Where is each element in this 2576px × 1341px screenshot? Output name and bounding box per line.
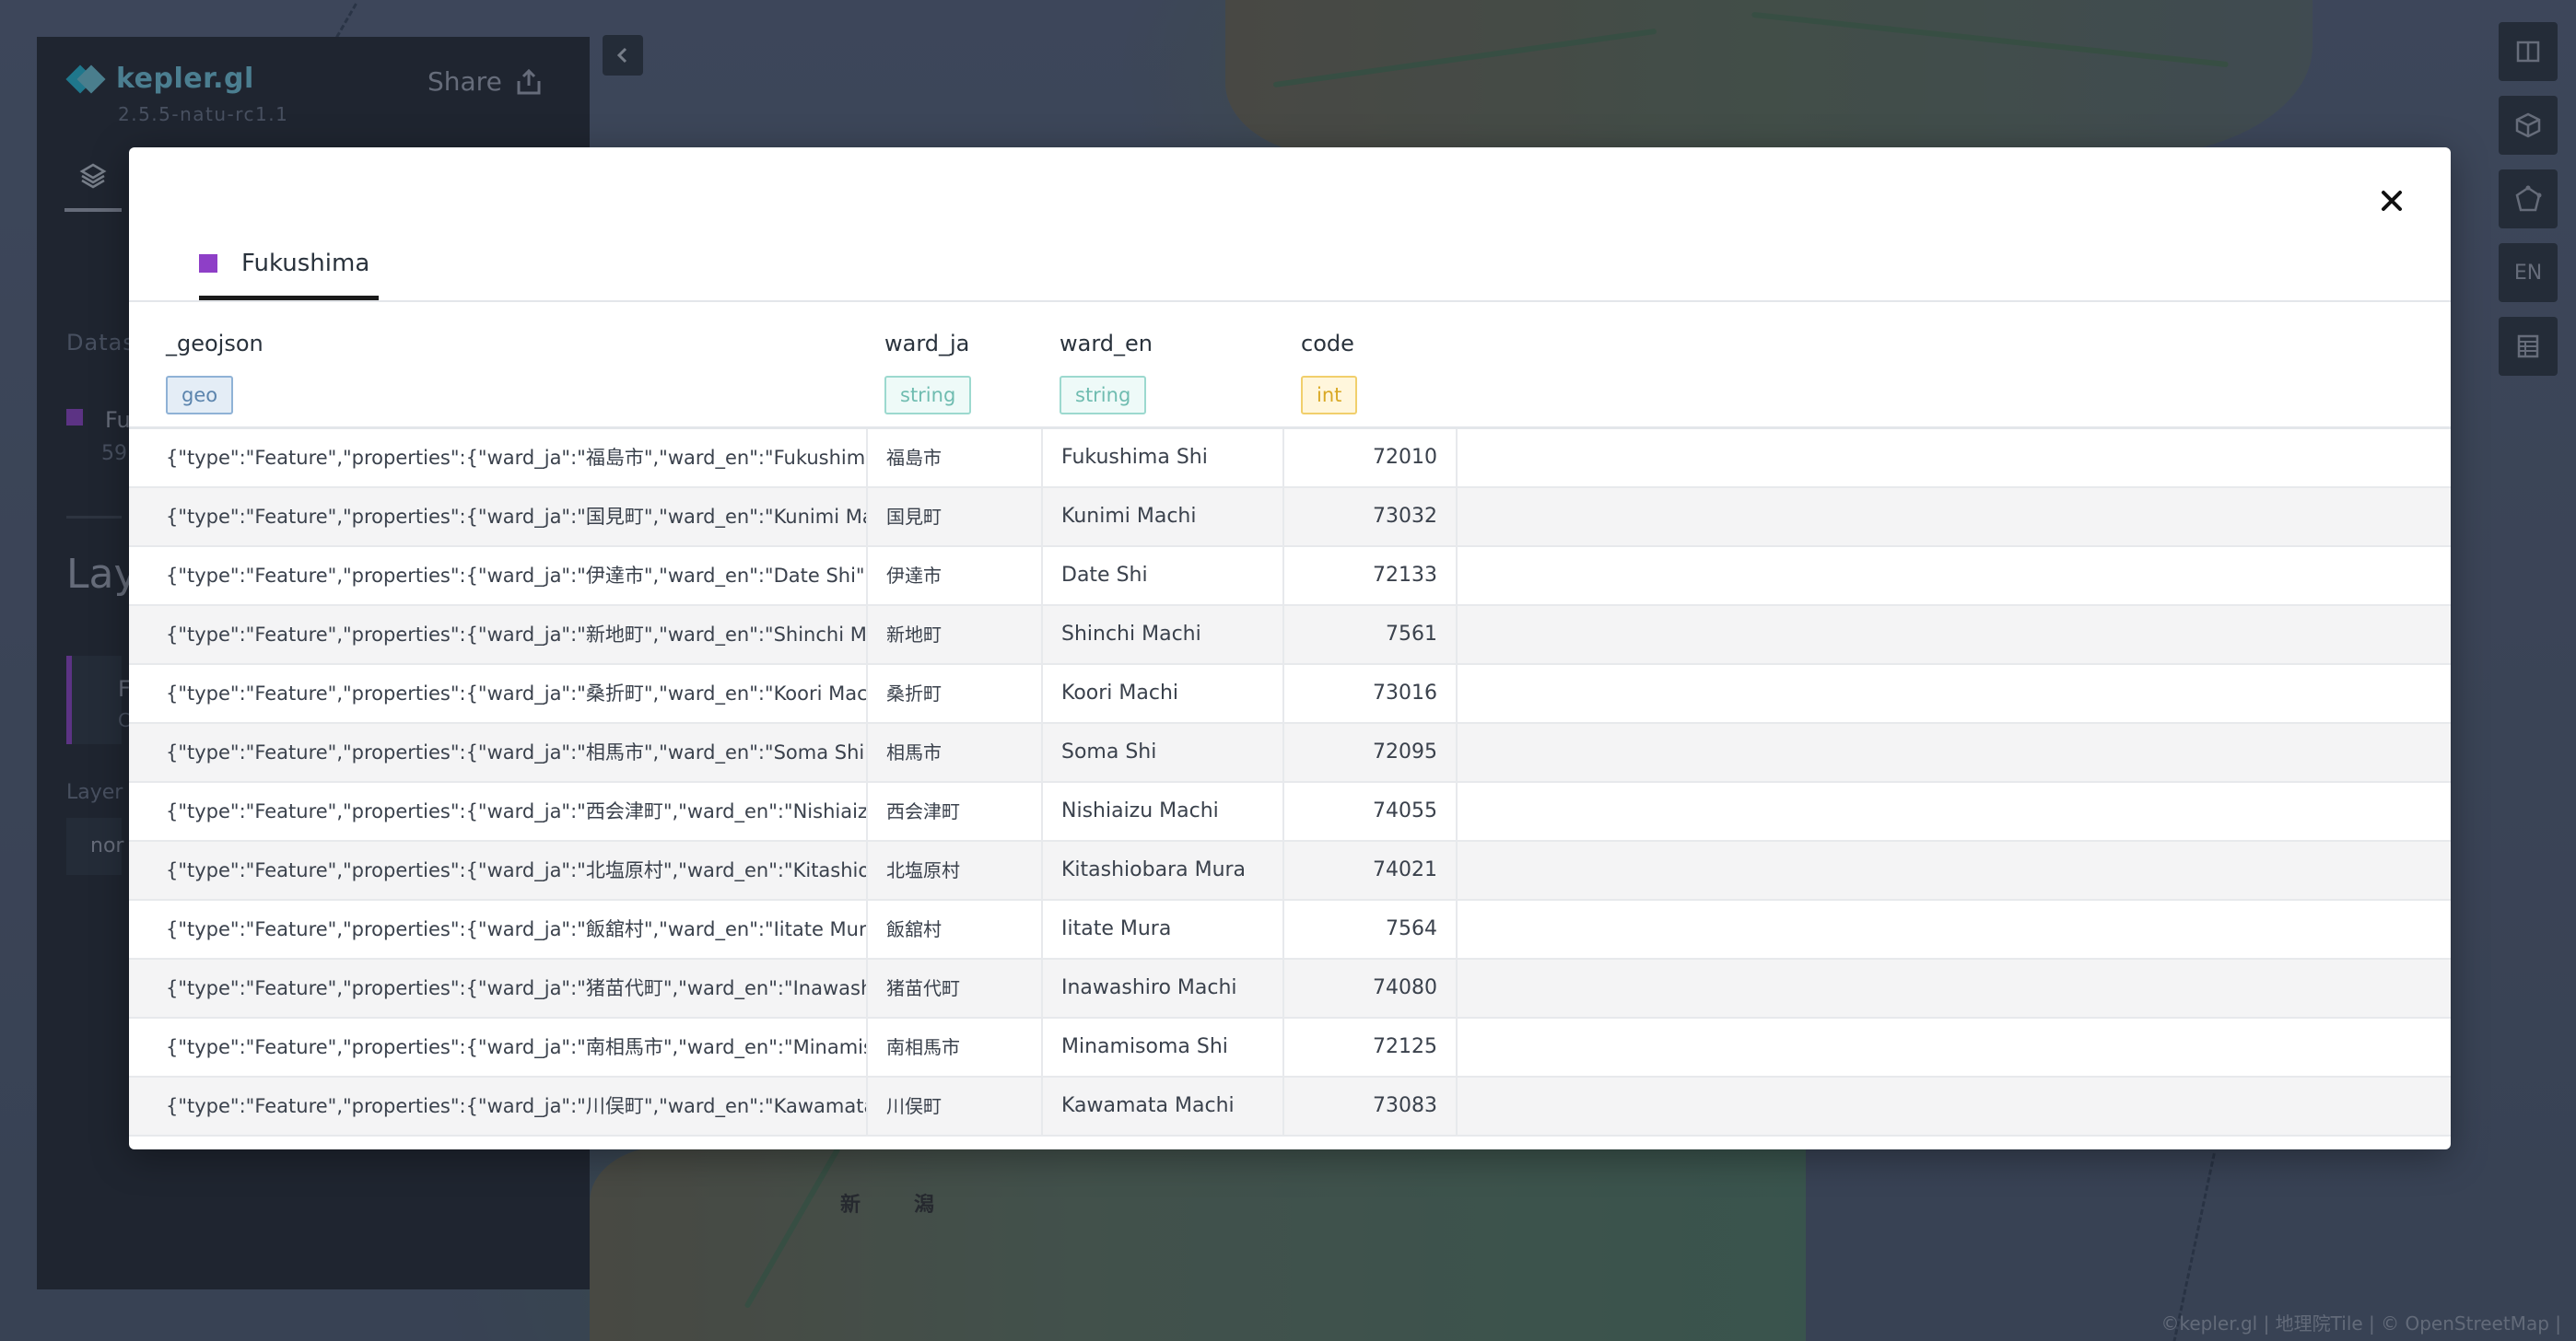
cell-ward-ja: 国見町 [866, 488, 1041, 545]
table-row: {"type":"Feature","properties":{"ward_ja… [129, 901, 2451, 960]
cell-ward-ja: 新地町 [866, 606, 1041, 663]
dataset-tab-label: Fukushima [241, 250, 370, 277]
cell-ward-ja: 北塩原村 [866, 842, 1041, 899]
cell-geojson: {"type":"Feature","properties":{"ward_ja… [166, 1095, 866, 1117]
close-modal-button[interactable] [2373, 182, 2410, 219]
table-row: {"type":"Feature","properties":{"ward_ja… [129, 665, 2451, 724]
table-row: {"type":"Feature","properties":{"ward_ja… [129, 1078, 2451, 1137]
column-name: ward_en [1060, 331, 1153, 356]
table-row: {"type":"Feature","properties":{"ward_ja… [129, 547, 2451, 606]
cell-code: 72095 [1282, 724, 1458, 781]
cell-ward-ja: 福島市 [866, 429, 1041, 486]
cell-code: 73032 [1282, 488, 1458, 545]
column-name: ward_ja [884, 331, 970, 356]
table-row: {"type":"Feature","properties":{"ward_ja… [129, 429, 2451, 488]
table-body[interactable]: {"type":"Feature","properties":{"ward_ja… [129, 429, 2451, 1149]
cell-ward-ja: 西会津町 [866, 783, 1041, 840]
cell-ward-ja: 川俣町 [866, 1078, 1041, 1135]
table-row: {"type":"Feature","properties":{"ward_ja… [129, 724, 2451, 783]
cell-geojson: {"type":"Feature","properties":{"ward_ja… [166, 447, 866, 469]
column-header-ward-en[interactable]: ward_en string [1060, 330, 1153, 414]
cell-code: 72133 [1282, 547, 1458, 604]
cell-geojson: {"type":"Feature","properties":{"ward_ja… [166, 977, 866, 999]
cell-ward-ja: 相馬市 [866, 724, 1041, 781]
dataset-color-swatch [199, 254, 217, 273]
cell-ward-en: Kawamata Machi [1041, 1078, 1282, 1135]
cell-ward-en: Shinchi Machi [1041, 606, 1282, 663]
cell-geojson: {"type":"Feature","properties":{"ward_ja… [166, 506, 866, 528]
cell-geojson: {"type":"Feature","properties":{"ward_ja… [166, 859, 866, 881]
cell-code: 73016 [1282, 665, 1458, 722]
cell-ward-en: Soma Shi [1041, 724, 1282, 781]
cell-ward-en: Kunimi Machi [1041, 488, 1282, 545]
column-type-badge: int [1301, 376, 1358, 414]
cell-ward-en: Minamisoma Shi [1041, 1019, 1282, 1076]
column-header-geojson[interactable]: _geojson geo [166, 330, 263, 414]
cell-ward-en: Fukushima Shi [1041, 429, 1282, 486]
cell-code: 74055 [1282, 783, 1458, 840]
table-row: {"type":"Feature","properties":{"ward_ja… [129, 488, 2451, 547]
column-header-ward-ja[interactable]: ward_ja string [884, 330, 972, 414]
cell-ward-ja: 南相馬市 [866, 1019, 1041, 1076]
cell-code: 73083 [1282, 1078, 1458, 1135]
table-row: {"type":"Feature","properties":{"ward_ja… [129, 1019, 2451, 1078]
cell-code: 7564 [1282, 901, 1458, 958]
cell-geojson: {"type":"Feature","properties":{"ward_ja… [166, 1036, 866, 1058]
cell-geojson: {"type":"Feature","properties":{"ward_ja… [166, 624, 866, 646]
cell-code: 7561 [1282, 606, 1458, 663]
column-type-badge: string [884, 376, 972, 414]
column-header-code[interactable]: code int [1301, 330, 1358, 414]
cell-code: 72125 [1282, 1019, 1458, 1076]
cell-ward-ja: 桑折町 [866, 665, 1041, 722]
cell-ward-en: Kitashiobara Mura [1041, 842, 1282, 899]
table-row: {"type":"Feature","properties":{"ward_ja… [129, 960, 2451, 1019]
cell-geojson: {"type":"Feature","properties":{"ward_ja… [166, 682, 866, 705]
column-type-badge: string [1060, 376, 1147, 414]
cell-ward-en: Nishiaizu Machi [1041, 783, 1282, 840]
table-row: {"type":"Feature","properties":{"ward_ja… [129, 783, 2451, 842]
cell-ward-en: Iitate Mura [1041, 901, 1282, 958]
table-row: {"type":"Feature","properties":{"ward_ja… [129, 842, 2451, 901]
cell-code: 72010 [1282, 429, 1458, 486]
table-row [129, 1137, 2451, 1149]
cell-ward-en: Inawashiro Machi [1041, 960, 1282, 1017]
cell-geojson: {"type":"Feature","properties":{"ward_ja… [166, 800, 866, 822]
cell-code: 74021 [1282, 842, 1458, 899]
cell-ward-ja: 飯舘村 [866, 901, 1041, 958]
table-row: {"type":"Feature","properties":{"ward_ja… [129, 606, 2451, 665]
cell-geojson: {"type":"Feature","properties":{"ward_ja… [166, 741, 866, 764]
column-name: code [1301, 331, 1354, 356]
close-icon [2382, 191, 2402, 211]
cell-ward-ja: 猪苗代町 [866, 960, 1041, 1017]
cell-ward-en: Koori Machi [1041, 665, 1282, 722]
cell-geojson: {"type":"Feature","properties":{"ward_ja… [166, 565, 866, 587]
column-name: _geojson [166, 331, 263, 356]
cell-ward-ja: 伊達市 [866, 547, 1041, 604]
column-type-badge: geo [166, 376, 234, 414]
cell-ward-en: Date Shi [1041, 547, 1282, 604]
data-table-modal: Fukushima _geojson geo ward_ja string wa… [129, 147, 2451, 1149]
cell-code: 74080 [1282, 960, 1458, 1017]
tab-divider [129, 300, 2451, 302]
dataset-tab-fukushima[interactable]: Fukushima [199, 249, 380, 300]
cell-geojson: {"type":"Feature","properties":{"ward_ja… [166, 918, 866, 940]
